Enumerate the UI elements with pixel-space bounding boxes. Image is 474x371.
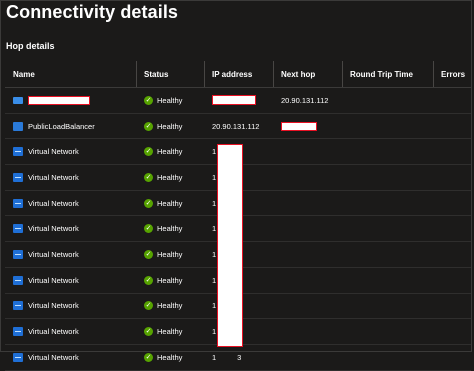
ip-address-value: 1 <box>212 301 217 311</box>
hop-name: Virtual Network <box>28 249 79 259</box>
hop-name: Virtual Network <box>28 275 79 285</box>
virtual-network-icon <box>13 249 23 259</box>
hop-name: Virtual Network <box>28 224 79 234</box>
status-text: Healthy <box>157 224 183 234</box>
hop-name: Virtual Network <box>28 327 79 337</box>
virtual-network-icon <box>13 224 23 234</box>
virtual-machine-icon <box>13 96 23 104</box>
status-text: Healthy <box>157 275 183 285</box>
column-header-errors[interactable]: Errors <box>434 61 471 87</box>
healthy-check-icon: ✓ <box>144 172 153 182</box>
virtual-network-icon <box>13 275 23 285</box>
hop-name: PublicLoadBalancer <box>28 121 95 131</box>
virtual-network-icon <box>13 301 23 311</box>
status-text: Healthy <box>157 198 183 208</box>
status-text: Healthy <box>157 172 183 182</box>
healthy-check-icon: ✓ <box>144 147 153 157</box>
connectivity-details-panel: Connectivity details Hop details Name St… <box>0 0 472 371</box>
redacted-ip <box>212 95 256 106</box>
healthy-check-icon: ✓ <box>144 352 153 362</box>
redacted-ip-block <box>217 144 243 347</box>
healthy-check-icon: ✓ <box>144 198 153 208</box>
ip-address-value: 1 <box>212 198 217 208</box>
ip-address-value: 1 <box>212 249 217 259</box>
hop-name: Virtual Network <box>28 352 79 362</box>
ip-address-value: 1 <box>212 275 217 285</box>
ip-address-value: 1 <box>212 224 217 234</box>
healthy-check-icon: ✓ <box>144 224 153 234</box>
virtual-network-icon <box>13 147 23 157</box>
ip-address-value: 1 <box>212 172 217 182</box>
status-text: Healthy <box>157 301 183 311</box>
hop-name: Virtual Network <box>28 198 79 208</box>
status-text: Healthy <box>157 147 183 157</box>
column-header-name[interactable]: Name <box>5 61 137 87</box>
column-header-round-trip-time[interactable]: Round Trip Time <box>343 61 434 87</box>
column-header-next-hop[interactable]: Next hop <box>274 61 343 87</box>
table-row[interactable]: ✓ Healthy 20.90.131.112 <box>5 88 471 114</box>
healthy-check-icon: ✓ <box>144 95 153 105</box>
hop-name: Virtual Network <box>28 147 79 157</box>
table-header: Name Status IP address Next hop Round Tr… <box>5 61 471 88</box>
load-balancer-icon <box>13 121 23 131</box>
ip-address-value: 1 <box>212 352 217 362</box>
ip-address-value: 20.90.131.112 <box>212 121 260 131</box>
healthy-check-icon: ✓ <box>144 301 153 311</box>
page-title: Connectivity details <box>6 2 179 22</box>
table-row[interactable]: PublicLoadBalancer ✓ Healthy 20.90.131.11… <box>5 114 471 140</box>
ip-address-suffix: 3 <box>237 352 242 362</box>
hop-name: Virtual Network <box>28 301 79 311</box>
ip-address-value: 1 <box>212 147 217 157</box>
status-text: Healthy <box>157 121 183 131</box>
status-text: Healthy <box>157 95 183 105</box>
status-text: Healthy <box>157 249 183 259</box>
virtual-network-icon <box>13 172 23 182</box>
status-text: Healthy <box>157 352 183 362</box>
status-text: Healthy <box>157 327 183 337</box>
column-header-status[interactable]: Status <box>137 61 205 87</box>
section-title-hop-details: Hop details <box>6 41 55 51</box>
redacted-next-hop <box>281 121 317 131</box>
healthy-check-icon: ✓ <box>144 327 153 337</box>
next-hop-value: 20.90.131.112 <box>281 95 329 105</box>
redacted-name <box>28 95 90 105</box>
healthy-check-icon: ✓ <box>144 121 153 131</box>
column-header-ip-address[interactable]: IP address <box>205 61 274 87</box>
table-row[interactable]: Virtual Network ✓ Healthy 1 3 <box>5 345 471 371</box>
virtual-network-icon <box>13 327 23 337</box>
healthy-check-icon: ✓ <box>144 275 153 285</box>
virtual-network-icon <box>13 352 23 362</box>
virtual-network-icon <box>13 198 23 208</box>
healthy-check-icon: ✓ <box>144 249 153 259</box>
hop-name: Virtual Network <box>28 172 79 182</box>
ip-address-value: 1 <box>212 327 217 337</box>
